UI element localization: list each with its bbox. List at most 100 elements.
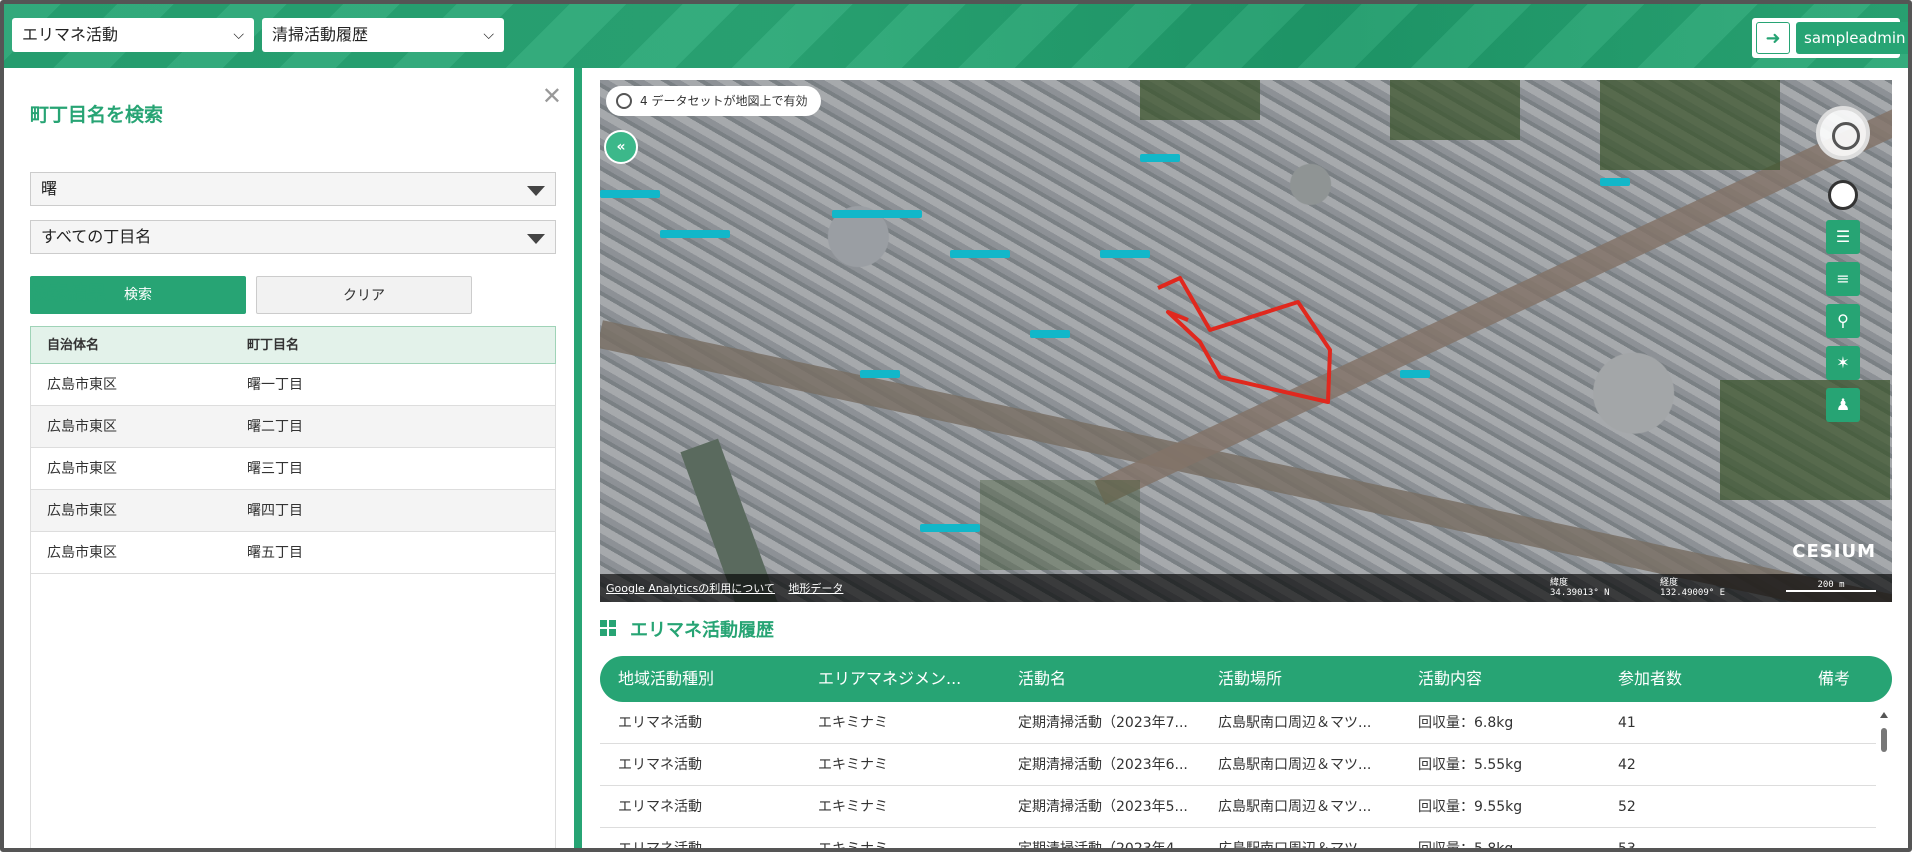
sliders-icon: ☰ bbox=[1835, 227, 1851, 246]
cell-activity-content: 回収量：5.55kg bbox=[1418, 757, 1523, 773]
share-tool-button[interactable]: ✶ bbox=[1826, 346, 1860, 380]
dataset-badge-text: 4 データセットが地図上で有効 bbox=[640, 94, 808, 108]
results-title: 検索結果 bbox=[30, 282, 107, 304]
history-table: 地域活動種別 エリアマネジメン... 活動名 活動場所 活動内容 参加者数 備考… bbox=[600, 656, 1892, 852]
cell-activity-place: 広島駅南口周辺＆マツ... bbox=[1218, 799, 1372, 815]
cell-participants: 41 bbox=[1618, 715, 1636, 731]
table-row[interactable]: 広島市東区 曙一丁目 bbox=[30, 364, 556, 406]
list-icon: ≡ bbox=[1836, 269, 1850, 288]
table-row[interactable]: エリマネ活動 エキミナミ 定期清掃活動（2023年5... 広島駅南口周辺＆マツ… bbox=[600, 786, 1876, 828]
table-row[interactable]: エリマネ活動 エキミナミ 定期清掃活動（2023年6... 広島駅南口周辺＆マツ… bbox=[600, 744, 1876, 786]
cell-chome: 曙二丁目 bbox=[247, 419, 303, 435]
history-header: 地域活動種別 エリアマネジメン... 活動名 活動場所 活動内容 参加者数 備考 bbox=[600, 656, 1892, 702]
col-chome: 町丁目名 bbox=[247, 338, 300, 353]
type-select[interactable]: 清掃活動履歴 ⌵ bbox=[262, 18, 504, 52]
scroll-thumb[interactable] bbox=[1881, 728, 1887, 752]
broadcast-icon bbox=[616, 93, 632, 109]
grid-icon bbox=[600, 620, 616, 636]
cell-participants: 52 bbox=[1618, 799, 1636, 815]
search-icon: ⚲ bbox=[1837, 311, 1849, 330]
cell-activity-name: 定期清掃活動（2023年5... bbox=[1018, 799, 1188, 815]
chevron-down-icon: ⌵ bbox=[483, 27, 494, 43]
cell-activity-name: 定期清掃活動（2023年7... bbox=[1018, 715, 1188, 731]
table-row[interactable]: 広島市東区 曙三丁目 bbox=[30, 448, 556, 490]
compass-icon[interactable] bbox=[1816, 106, 1870, 160]
map-footer-links: Google Analyticsの利用について 地形データ bbox=[606, 580, 853, 596]
search-panel: ✕ 町丁目名を検索 曙 すべての丁目名 検索 クリア 検索結果 自治体名 町丁目… bbox=[8, 68, 574, 848]
clear-button[interactable]: クリア bbox=[256, 276, 472, 314]
cell-activity-content: 回収量：5.8kg bbox=[1418, 841, 1514, 852]
close-icon[interactable]: ✕ bbox=[542, 82, 562, 110]
col-activity-type[interactable]: 地域活動種別 bbox=[618, 656, 798, 702]
users-tool-button[interactable]: ♟ bbox=[1826, 388, 1860, 422]
cell-activity-type: エリマネ活動 bbox=[618, 799, 702, 815]
col-participants[interactable]: 参加者数 bbox=[1618, 656, 1798, 702]
terrain-link[interactable]: 地形データ bbox=[788, 582, 843, 595]
cell-participants: 53 bbox=[1618, 841, 1636, 852]
cell-activity-type: エリマネ活動 bbox=[618, 757, 702, 773]
map-footer: Google Analyticsの利用について 地形データ 緯度 34.3901… bbox=[600, 574, 1892, 602]
category-select[interactable]: エリマネ活動 ⌵ bbox=[12, 18, 254, 52]
table-row[interactable]: 広島市東区 曙二丁目 bbox=[30, 406, 556, 448]
cell-area-management: エキミナミ bbox=[818, 715, 888, 731]
longitude-value: 132.49009° E bbox=[1660, 588, 1726, 598]
chome-select[interactable]: すべての丁目名 bbox=[30, 220, 556, 254]
cell-activity-type: エリマネ活動 bbox=[618, 715, 702, 731]
area-polygon-outline bbox=[1157, 276, 1332, 404]
cesium-logo: CESIUM bbox=[1792, 541, 1876, 562]
results-header: 自治体名 町丁目名 bbox=[30, 326, 556, 364]
cell-activity-name: 定期清掃活動（2023年6... bbox=[1018, 757, 1188, 773]
table-row[interactable]: エリマネ活動 エキミナミ 定期清掃活動（2023年7... 広島駅南口周辺＆マツ… bbox=[600, 702, 1876, 744]
latitude-readout: 緯度 34.39013° N bbox=[1550, 578, 1610, 598]
cell-area-management: エキミナミ bbox=[818, 799, 888, 815]
user-menu[interactable]: ➜ sampleadmin bbox=[1752, 18, 1908, 58]
top-bar: エリマネ活動 ⌵ 清掃活動履歴 ⌵ ➜ sampleadmin bbox=[4, 4, 1908, 68]
history-title: エリマネ活動履歴 bbox=[600, 616, 774, 642]
col-notes[interactable]: 備考 bbox=[1818, 656, 1888, 702]
results-empty-area bbox=[30, 524, 556, 848]
collapse-panel-button[interactable]: « bbox=[604, 130, 638, 164]
col-activity-place[interactable]: 活動場所 bbox=[1218, 656, 1398, 702]
col-activity-content[interactable]: 活動内容 bbox=[1418, 656, 1598, 702]
latitude-value: 34.39013° N bbox=[1550, 588, 1610, 598]
cell-municipality: 広島市東区 bbox=[47, 377, 117, 393]
panel-divider[interactable] bbox=[574, 68, 582, 848]
cell-activity-place: 広島駅南口周辺＆マツ... bbox=[1218, 715, 1372, 731]
cell-activity-content: 回収量：6.8kg bbox=[1418, 715, 1514, 731]
area-polygon[interactable] bbox=[600, 80, 1892, 602]
history-scrollbar[interactable] bbox=[1878, 708, 1890, 848]
cell-chome: 曙三丁目 bbox=[247, 461, 303, 477]
dataset-badge[interactable]: 4 データセットが地図上で有効 bbox=[606, 86, 822, 116]
locate-icon[interactable] bbox=[1828, 180, 1858, 210]
scroll-up-icon[interactable] bbox=[1880, 712, 1888, 718]
col-activity-name[interactable]: 活動名 bbox=[1018, 656, 1198, 702]
cell-activity-place: 広島駅南口周辺＆マツ... bbox=[1218, 757, 1372, 773]
cell-activity-content: 回収量：9.55kg bbox=[1418, 799, 1523, 815]
people-icon: ♟ bbox=[1835, 395, 1851, 414]
dropdown-arrow-icon bbox=[527, 234, 545, 244]
cell-activity-name: 定期清掃活動（2023年4... bbox=[1018, 841, 1188, 852]
cell-participants: 42 bbox=[1618, 757, 1636, 773]
cell-area-management: エキミナミ bbox=[818, 757, 888, 773]
cell-municipality: 広島市東区 bbox=[47, 419, 117, 435]
longitude-readout: 経度 132.49009° E bbox=[1660, 578, 1725, 598]
category-select-value: エリマネ活動 bbox=[22, 25, 119, 44]
chevron-down-icon: ⌵ bbox=[233, 27, 244, 43]
layers-tool-button[interactable]: ≡ bbox=[1826, 262, 1860, 296]
scale-bar: 200 m bbox=[1786, 580, 1876, 592]
app-window: エリマネ活動 ⌵ 清掃活動履歴 ⌵ ➜ sampleadmin ✕ 町丁目名を検… bbox=[0, 0, 1912, 852]
analytics-link[interactable]: Google Analyticsの利用について bbox=[606, 582, 775, 595]
table-row[interactable]: エリマネ活動 エキミナミ 定期清掃活動（2023年4... 広島駅南口周辺＆マツ… bbox=[600, 828, 1876, 852]
town-select-value: 曙 bbox=[41, 179, 58, 198]
username: sampleadmin bbox=[1796, 22, 1908, 54]
type-select-value: 清掃活動履歴 bbox=[272, 25, 369, 44]
filter-tool-button[interactable]: ☰ bbox=[1826, 220, 1860, 254]
cell-activity-type: エリマネ活動 bbox=[618, 841, 702, 852]
longitude-label: 経度 bbox=[1660, 578, 1679, 588]
cell-chome: 曙一丁目 bbox=[247, 377, 303, 393]
col-area-management[interactable]: エリアマネジメン... bbox=[818, 656, 998, 702]
search-tool-button[interactable]: ⚲ bbox=[1826, 304, 1860, 338]
cell-municipality: 広島市東区 bbox=[47, 461, 117, 477]
town-select[interactable]: 曙 bbox=[30, 172, 556, 206]
map-view[interactable]: 4 データセットが地図上で有効 « ☰ ≡ ⚲ ✶ ♟ CESIUM Googl… bbox=[600, 80, 1892, 602]
